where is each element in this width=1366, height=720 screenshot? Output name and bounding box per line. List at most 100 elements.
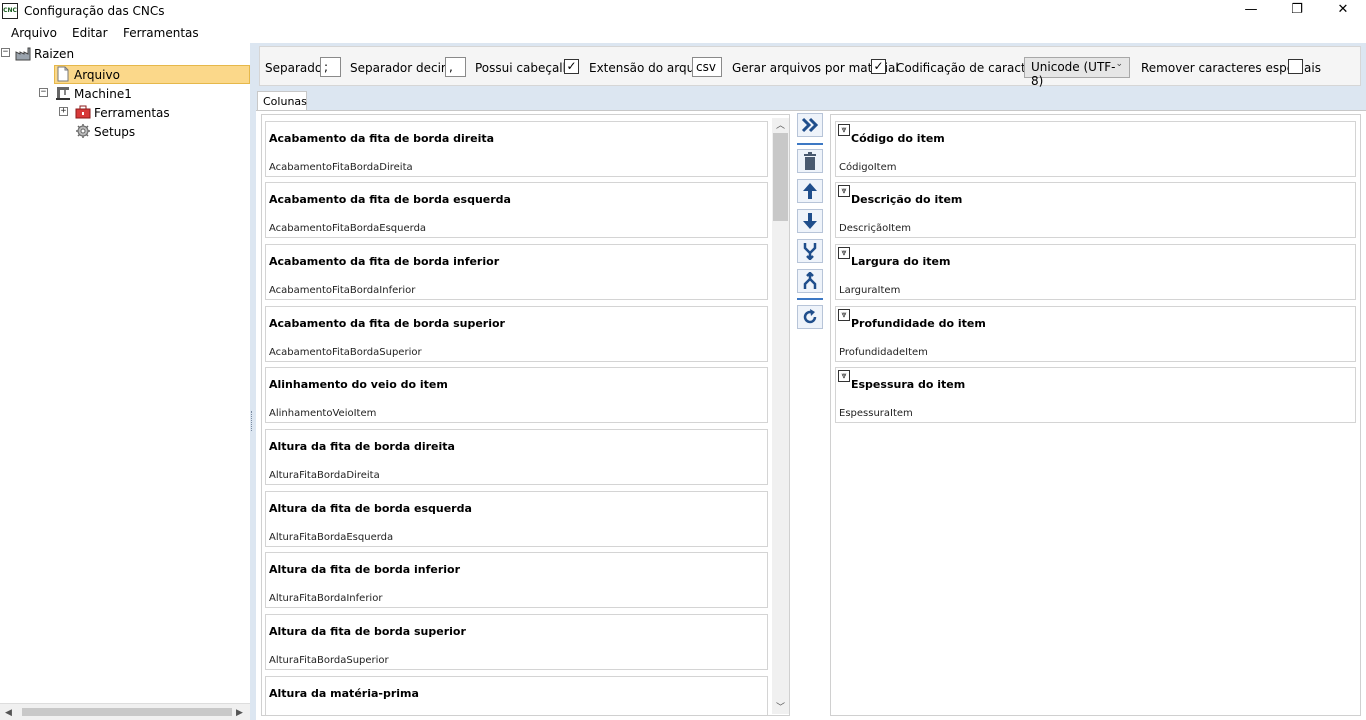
collapse-machine-icon[interactable]: − bbox=[39, 88, 48, 97]
extensao-input[interactable]: csv bbox=[692, 57, 722, 77]
column-field: CódigoItem bbox=[839, 162, 897, 173]
tree-item-machine1[interactable]: Machine1 bbox=[74, 84, 132, 103]
separador-input[interactable]: ; bbox=[320, 57, 341, 77]
list-item[interactable]: Acabamento da fita de borda inferior Acab… bbox=[265, 244, 768, 300]
chevron-down-icon[interactable]: ⩔ bbox=[838, 309, 850, 321]
gear-icon bbox=[75, 123, 91, 139]
tree-item-label: Arquivo bbox=[74, 67, 120, 82]
column-title: Acabamento da fita de borda superior bbox=[269, 317, 505, 330]
column-field: AlturaFitaBordaEsquerda bbox=[269, 532, 394, 543]
separador-decimal-input[interactable]: , bbox=[445, 57, 466, 77]
tree-item-label: Machine1 bbox=[74, 86, 132, 101]
tree-item-ferramentas[interactable]: Ferramentas bbox=[94, 103, 170, 122]
column-title: Altura da fita de borda direita bbox=[269, 440, 455, 453]
tree-item-arquivo[interactable]: Arquivo bbox=[74, 65, 120, 84]
scroll-down-icon[interactable]: ﹀ bbox=[772, 700, 789, 714]
list-item[interactable]: ⩔ Espessura do item EspessuraItem bbox=[835, 367, 1356, 423]
move-down-button[interactable] bbox=[797, 209, 823, 233]
column-title: Altura da fita de borda inferior bbox=[269, 563, 461, 576]
selected-columns-list: ⩔ Código do item CódigoItem ⩔ Descrição do … bbox=[830, 114, 1361, 716]
machine-icon bbox=[55, 85, 71, 101]
list-item[interactable]: Altura da fita de borda direita AlturaFit… bbox=[265, 429, 768, 485]
refresh-icon bbox=[803, 309, 817, 324]
list-item[interactable]: Altura da fita de borda superior AlturaFi… bbox=[265, 614, 768, 670]
chevron-down-icon: ⌄ bbox=[1115, 59, 1123, 69]
list-item[interactable]: ⩔ Código do item CódigoItem bbox=[835, 121, 1356, 177]
codificacao-value: Unicode (UTF-8) bbox=[1031, 60, 1116, 88]
column-title: Altura da fita de borda esquerda bbox=[269, 502, 472, 515]
column-field: AlturaFitaBordaDireita bbox=[269, 470, 380, 481]
column-field: EspessuraItem bbox=[839, 408, 913, 419]
column-title: Alinhamento do veio do item bbox=[269, 378, 448, 391]
file-icon bbox=[55, 66, 71, 82]
list-item[interactable]: Altura da matéria-prima bbox=[265, 676, 768, 715]
list-item[interactable]: Altura da fita de borda inferior AlturaFi… bbox=[265, 552, 768, 608]
possui-cabecalho-label: Possui cabeçalho bbox=[475, 61, 578, 75]
menu-ferramentas[interactable]: Ferramentas bbox=[123, 26, 199, 40]
column-title: Acabamento da fita de borda inferior bbox=[269, 255, 500, 268]
separator bbox=[797, 298, 823, 300]
column-title: Descrição do item bbox=[851, 193, 963, 206]
restore-button[interactable]: ❐ bbox=[1274, 0, 1320, 22]
move-up-button[interactable] bbox=[797, 179, 823, 203]
double-chevron-right-icon bbox=[801, 117, 819, 133]
column-title: Altura da fita de borda superior bbox=[269, 625, 466, 638]
tree-item-label: Raizen bbox=[34, 46, 75, 61]
list-item[interactable]: Alinhamento do veio do item AlinhamentoVe… bbox=[265, 367, 768, 423]
separator bbox=[797, 143, 823, 145]
chevron-down-icon[interactable]: ⩔ bbox=[838, 370, 850, 382]
menu-bar: Arquivo Editar Ferramentas bbox=[0, 22, 1366, 43]
trash-icon bbox=[804, 152, 816, 170]
available-columns-scrollbar[interactable]: ︿ ﹀ bbox=[772, 118, 789, 714]
tree-item-raizen[interactable]: Raizen bbox=[34, 44, 74, 63]
chevron-down-icon[interactable]: ⩔ bbox=[838, 247, 850, 259]
column-title: Acabamento da fita de borda direita bbox=[269, 132, 495, 145]
splitter-grip[interactable] bbox=[251, 411, 254, 431]
scroll-thumb[interactable] bbox=[22, 708, 232, 716]
tab-colunas[interactable]: Colunas bbox=[257, 91, 307, 111]
list-item[interactable]: ⩔ Descrição do item DescriçãoItem bbox=[835, 182, 1356, 238]
minimize-button[interactable]: — bbox=[1228, 0, 1274, 22]
menu-editar[interactable]: Editar bbox=[72, 26, 108, 40]
merge-button[interactable] bbox=[797, 239, 823, 263]
add-column-button[interactable] bbox=[797, 113, 823, 137]
column-field: AlturaFitaBordaInferior bbox=[269, 593, 383, 604]
expand-ferramentas-icon[interactable]: + bbox=[59, 107, 68, 116]
scroll-up-icon[interactable]: ︿ bbox=[772, 118, 789, 132]
scroll-thumb[interactable] bbox=[773, 133, 788, 221]
scroll-right-icon[interactable]: ▶ bbox=[231, 704, 248, 720]
chevron-down-icon[interactable]: ⩔ bbox=[838, 185, 850, 197]
column-field: ProfundidadeItem bbox=[839, 347, 928, 358]
list-item[interactable]: ⩔ Largura do item LarguraItem bbox=[835, 244, 1356, 300]
tree-item-label: Setups bbox=[94, 124, 136, 139]
possui-cabecalho-checkbox[interactable]: ✓ bbox=[564, 59, 579, 74]
list-item[interactable]: Altura da fita de borda esquerda AlturaFi… bbox=[265, 491, 768, 547]
scroll-left-icon[interactable]: ◀ bbox=[0, 704, 17, 720]
tree-item-setups[interactable]: Setups bbox=[94, 122, 135, 141]
list-item[interactable]: Acabamento da fita de borda esquerda Acab… bbox=[265, 182, 768, 238]
codificacao-select[interactable]: Unicode (UTF-8) ⌄ bbox=[1024, 57, 1130, 88]
column-field: DescriçãoItem bbox=[839, 223, 911, 234]
refresh-button[interactable] bbox=[797, 305, 823, 329]
arrow-down-icon bbox=[803, 213, 817, 229]
collapse-raizen-icon[interactable]: − bbox=[1, 48, 10, 57]
list-item[interactable]: Acabamento da fita de borda direita Acaba… bbox=[265, 121, 768, 177]
remover-checkbox[interactable] bbox=[1288, 59, 1303, 74]
column-field: AcabamentoFitaBordaInferior bbox=[269, 285, 416, 296]
column-actions bbox=[795, 110, 825, 720]
list-item[interactable]: ⩔ Profundidade do item ProfundidadeItem bbox=[835, 306, 1356, 362]
split-icon bbox=[803, 272, 817, 289]
chevron-down-icon[interactable]: ⩔ bbox=[838, 124, 850, 136]
window-title: Configuração das CNCs bbox=[24, 4, 165, 18]
column-field: AcabamentoFitaBordaDireita bbox=[269, 162, 413, 173]
remove-column-button[interactable] bbox=[797, 149, 823, 173]
separador-label: Separador bbox=[265, 61, 328, 75]
export-options-toolbar: Separador ; Separador decimal , Possui c… bbox=[259, 46, 1361, 88]
gerar-arquivos-checkbox[interactable]: ✓ bbox=[871, 59, 886, 74]
available-columns-list: Acabamento da fita de borda direita Acaba… bbox=[261, 114, 790, 716]
menu-arquivo[interactable]: Arquivo bbox=[11, 26, 57, 40]
tree-horizontal-scrollbar[interactable]: ◀ ▶ bbox=[0, 703, 250, 720]
list-item[interactable]: Acabamento da fita de borda superior Acab… bbox=[265, 306, 768, 362]
split-button[interactable] bbox=[797, 269, 823, 293]
close-button[interactable]: ✕ bbox=[1320, 0, 1366, 22]
